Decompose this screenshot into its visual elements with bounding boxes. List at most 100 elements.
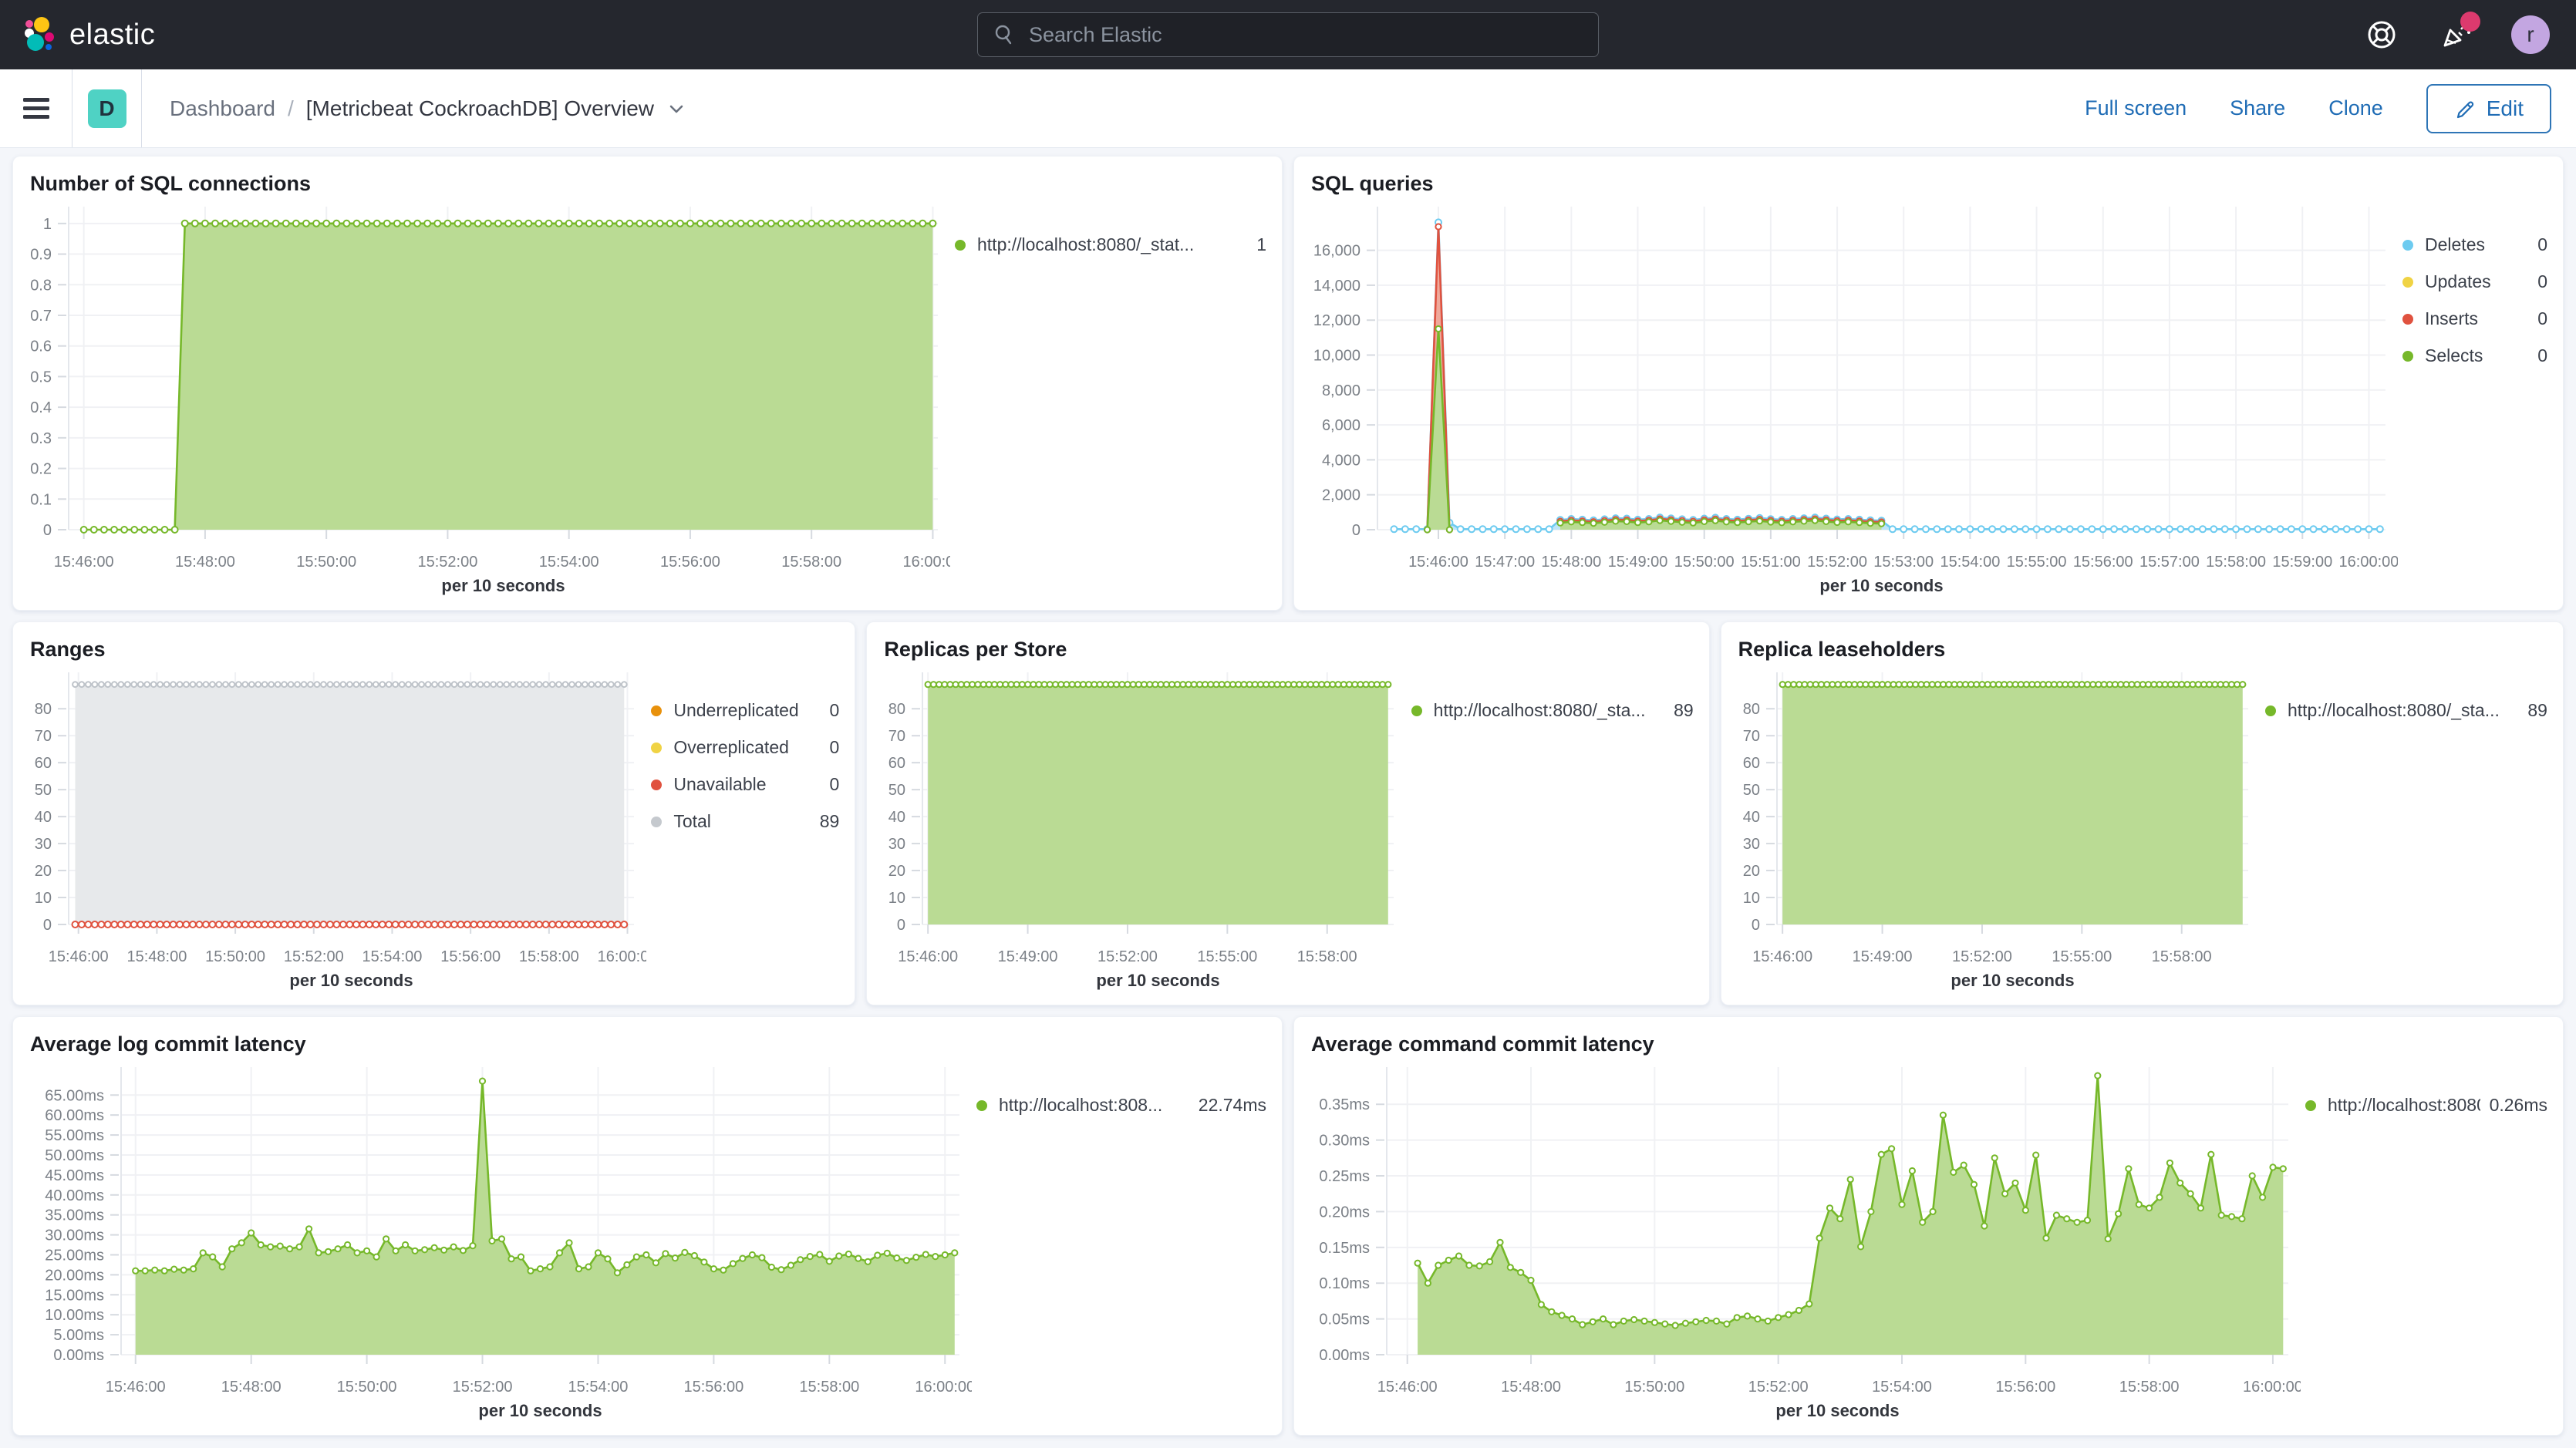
svg-text:15:51:00: 15:51:00	[1741, 554, 1801, 571]
legend-value: 0	[2528, 234, 2547, 255]
search-input[interactable]	[977, 12, 1599, 57]
notification-badge	[2460, 12, 2480, 32]
legend-value: 0	[821, 700, 840, 721]
app-header: elastic	[0, 0, 2576, 69]
svg-text:15:48:00: 15:48:00	[221, 1379, 282, 1396]
svg-text:4,000: 4,000	[1322, 452, 1360, 469]
legend-label: Selects	[2425, 345, 2483, 366]
svg-text:20: 20	[1742, 863, 1759, 880]
chart-log-commit-latency[interactable]: 65.00ms60.00ms55.00ms50.00ms45.00ms40.00…	[13, 1056, 972, 1435]
legend-item[interactable]: http://localhost:808...22.74ms	[976, 1095, 1266, 1116]
chart-sql-queries[interactable]: 16,00014,00012,00010,0008,0006,0004,0002…	[1294, 196, 2398, 610]
legend-color-dot	[2402, 240, 2413, 251]
panel-ranges: Ranges 8070605040302010015:46:0015:48:00…	[12, 621, 855, 1005]
svg-text:20.00ms: 20.00ms	[45, 1267, 104, 1284]
legend-item[interactable]: Unavailable0	[651, 774, 839, 795]
legend-label: Updates	[2425, 271, 2491, 292]
svg-text:40: 40	[888, 809, 905, 826]
svg-text:15:56:00: 15:56:00	[683, 1379, 743, 1396]
svg-text:0: 0	[1752, 917, 1760, 934]
svg-text:0.15ms: 0.15ms	[1319, 1240, 1370, 1257]
svg-text:15:56:00: 15:56:00	[440, 948, 501, 965]
legend-item[interactable]: http://localhost:8080...0.26ms	[2305, 1095, 2547, 1116]
panel-average-command-commit-latency: Average command commit latency 0.35ms0.3…	[1293, 1016, 2564, 1436]
clone-button[interactable]: Clone	[2328, 96, 2383, 120]
legend-color-dot	[651, 780, 662, 790]
legend-item[interactable]: Underreplicated 0	[651, 700, 839, 721]
svg-text:15:54:00: 15:54:00	[362, 948, 423, 965]
svg-text:14,000: 14,000	[1313, 278, 1360, 295]
legend-label: Underreplicated	[673, 700, 798, 721]
legend-label: Inserts	[2425, 308, 2478, 329]
svg-text:70: 70	[1742, 728, 1759, 745]
svg-text:0.1: 0.1	[30, 491, 52, 508]
legend-label: http://localhost:8080/_stat...	[977, 234, 1194, 255]
svg-text:0: 0	[897, 917, 905, 934]
chart-command-commit-latency[interactable]: 0.35ms0.30ms0.25ms0.20ms0.15ms0.10ms0.05…	[1294, 1056, 2301, 1435]
full-screen-button[interactable]: Full screen	[2085, 96, 2187, 120]
legend-item[interactable]: http://localhost:8080/_stat...1	[955, 234, 1266, 255]
svg-text:50: 50	[1742, 782, 1759, 799]
chart-ranges[interactable]: 8070605040302010015:46:0015:48:0015:50:0…	[13, 662, 646, 1005]
x-axis-title: per 10 seconds	[1775, 1401, 1899, 1420]
legend-item[interactable]: Updates0	[2402, 271, 2547, 292]
breadcrumb-dashboard[interactable]: Dashboard	[170, 96, 275, 121]
svg-text:0.9: 0.9	[30, 247, 52, 264]
svg-text:6,000: 6,000	[1322, 417, 1360, 434]
legend-color-dot	[2402, 351, 2413, 362]
help-button[interactable]	[2363, 16, 2400, 53]
chart-replica-leaseholders[interactable]: 8070605040302010015:46:0015:49:0015:52:0…	[1721, 662, 2261, 1005]
legend-value: 0.26ms	[2480, 1095, 2547, 1116]
main-menu-button[interactable]	[0, 69, 72, 147]
svg-text:15:52:00: 15:52:00	[1748, 1379, 1809, 1396]
legend-label: Unavailable	[673, 774, 766, 795]
chevron-down-icon[interactable]	[666, 99, 686, 119]
share-button[interactable]: Share	[2230, 96, 2285, 120]
legend-item[interactable]: Deletes 0	[2402, 234, 2547, 255]
legend-label: http://localhost:808...	[999, 1095, 1162, 1116]
svg-text:15:58:00: 15:58:00	[519, 948, 579, 965]
brand-name: elastic	[69, 19, 155, 52]
svg-text:0.3: 0.3	[30, 430, 52, 447]
svg-text:80: 80	[888, 701, 905, 718]
legend-item[interactable]: http://localhost:8080/_sta...89	[2265, 700, 2547, 721]
panel-title: Replica leaseholders	[1738, 638, 2546, 662]
panel-title: Replicas per Store	[884, 638, 1691, 662]
dashboard-grid: Number of SQL connections 10.90.80.70.60…	[0, 148, 2576, 1436]
user-avatar[interactable]: r	[2511, 15, 2550, 54]
svg-text:15:46:00: 15:46:00	[106, 1379, 166, 1396]
legend-item[interactable]: Overreplicated0	[651, 737, 839, 758]
elastic-logo[interactable]: elastic	[0, 16, 155, 53]
svg-text:15:55:00: 15:55:00	[2007, 554, 2067, 571]
chart-svg: 8070605040302010015:46:0015:49:0015:52:0…	[1721, 662, 2261, 1005]
legend-label: Deletes	[2425, 234, 2485, 255]
legend-item[interactable]: http://localhost:8080/_sta...89	[1411, 700, 1694, 721]
svg-text:15:58:00: 15:58:00	[799, 1379, 859, 1396]
svg-text:50: 50	[888, 782, 905, 799]
legend-item[interactable]: Inserts0	[2402, 308, 2547, 329]
svg-text:0.30ms: 0.30ms	[1319, 1133, 1370, 1150]
chart-replicas-per-store[interactable]: 8070605040302010015:46:0015:49:0015:52:0…	[867, 662, 1406, 1005]
svg-text:65.00ms: 65.00ms	[45, 1087, 104, 1104]
avatar-initial: r	[2527, 22, 2534, 47]
legend-item[interactable]: Total89	[651, 811, 839, 832]
chart-sql-connections[interactable]: 10.90.80.70.60.50.40.30.20.1015:46:0015:…	[13, 196, 950, 610]
svg-text:16:00:00: 16:00:00	[598, 948, 646, 965]
whats-new-button[interactable]	[2437, 16, 2474, 53]
svg-text:0.35ms: 0.35ms	[1319, 1096, 1370, 1113]
global-search[interactable]	[977, 12, 1599, 57]
legend-color-dot	[651, 817, 662, 827]
panel-title: Ranges	[30, 638, 838, 662]
svg-text:30.00ms: 30.00ms	[45, 1227, 104, 1244]
space-badge: D	[88, 89, 126, 128]
space-selector[interactable]: D	[72, 69, 142, 147]
svg-text:40.00ms: 40.00ms	[45, 1187, 104, 1204]
legend-value: 89	[811, 811, 840, 832]
svg-text:15:54:00: 15:54:00	[1940, 554, 2000, 571]
chart-legend: Deletes 0 Updates0 Inserts0 Selects0	[2398, 196, 2563, 610]
chart-svg: 8070605040302010015:46:0015:48:0015:50:0…	[13, 662, 646, 1005]
legend-item[interactable]: Selects0	[2402, 345, 2547, 366]
svg-text:45.00ms: 45.00ms	[45, 1167, 104, 1184]
edit-button[interactable]: Edit	[2426, 84, 2551, 133]
legend-color-dot	[2402, 314, 2413, 325]
